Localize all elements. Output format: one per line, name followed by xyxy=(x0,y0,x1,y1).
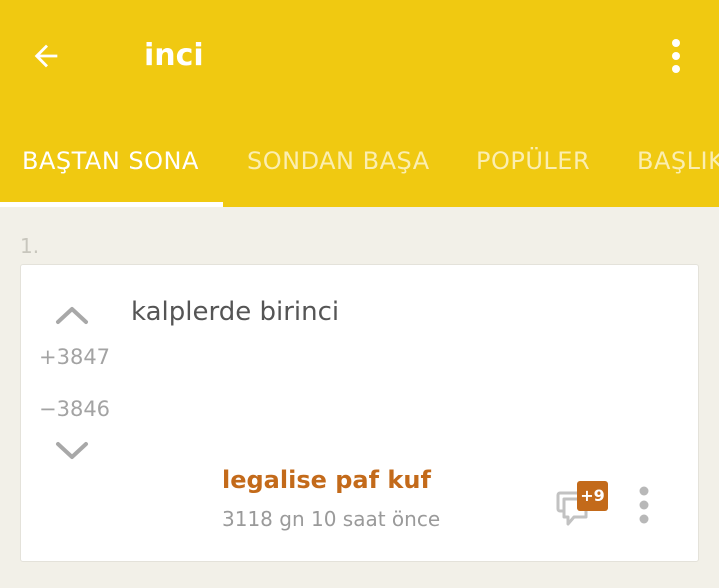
downvote-button[interactable] xyxy=(52,437,92,465)
downvote-count: −3846 xyxy=(39,397,111,421)
entry-timestamp: 3118 gn 10 saat önce xyxy=(222,507,441,531)
entry-card: +3847 −3846 kalplerde birinci legalise p… xyxy=(20,264,699,562)
entry-text: kalplerde birinci xyxy=(131,297,340,327)
tab-populer[interactable]: POPÜLER xyxy=(476,144,590,178)
overflow-menu-button[interactable] xyxy=(656,34,696,78)
upvote-count: +3847 xyxy=(39,345,111,369)
tab-bar: BAŞTAN SONA SONDAN BAŞA POPÜLER BAŞLIK xyxy=(0,130,719,207)
entry-menu-button[interactable] xyxy=(630,483,658,527)
entry-index: 1. xyxy=(20,234,40,258)
page-title: inci xyxy=(144,38,204,73)
comments-button[interactable]: +9 xyxy=(556,481,610,529)
chevron-down-icon xyxy=(56,442,88,459)
more-vertical-icon xyxy=(639,486,649,524)
comment-count-badge: +9 xyxy=(577,481,608,511)
tab-baslik[interactable]: BAŞLIK xyxy=(637,144,719,178)
arrow-left-icon xyxy=(34,44,58,68)
active-tab-indicator xyxy=(0,202,223,207)
tab-sondan-basa[interactable]: SONDAN BAŞA xyxy=(247,144,430,178)
tab-bastan-sona[interactable]: BAŞTAN SONA xyxy=(22,144,199,178)
more-vertical-icon xyxy=(672,39,680,73)
author-link[interactable]: legalise paf kuf xyxy=(222,466,431,494)
back-button[interactable] xyxy=(22,34,70,78)
app-bar: inci BAŞTAN SONA SONDAN BAŞA POPÜLER BAŞ… xyxy=(0,0,719,207)
chevron-up-icon xyxy=(56,307,88,324)
upvote-button[interactable] xyxy=(52,301,92,329)
